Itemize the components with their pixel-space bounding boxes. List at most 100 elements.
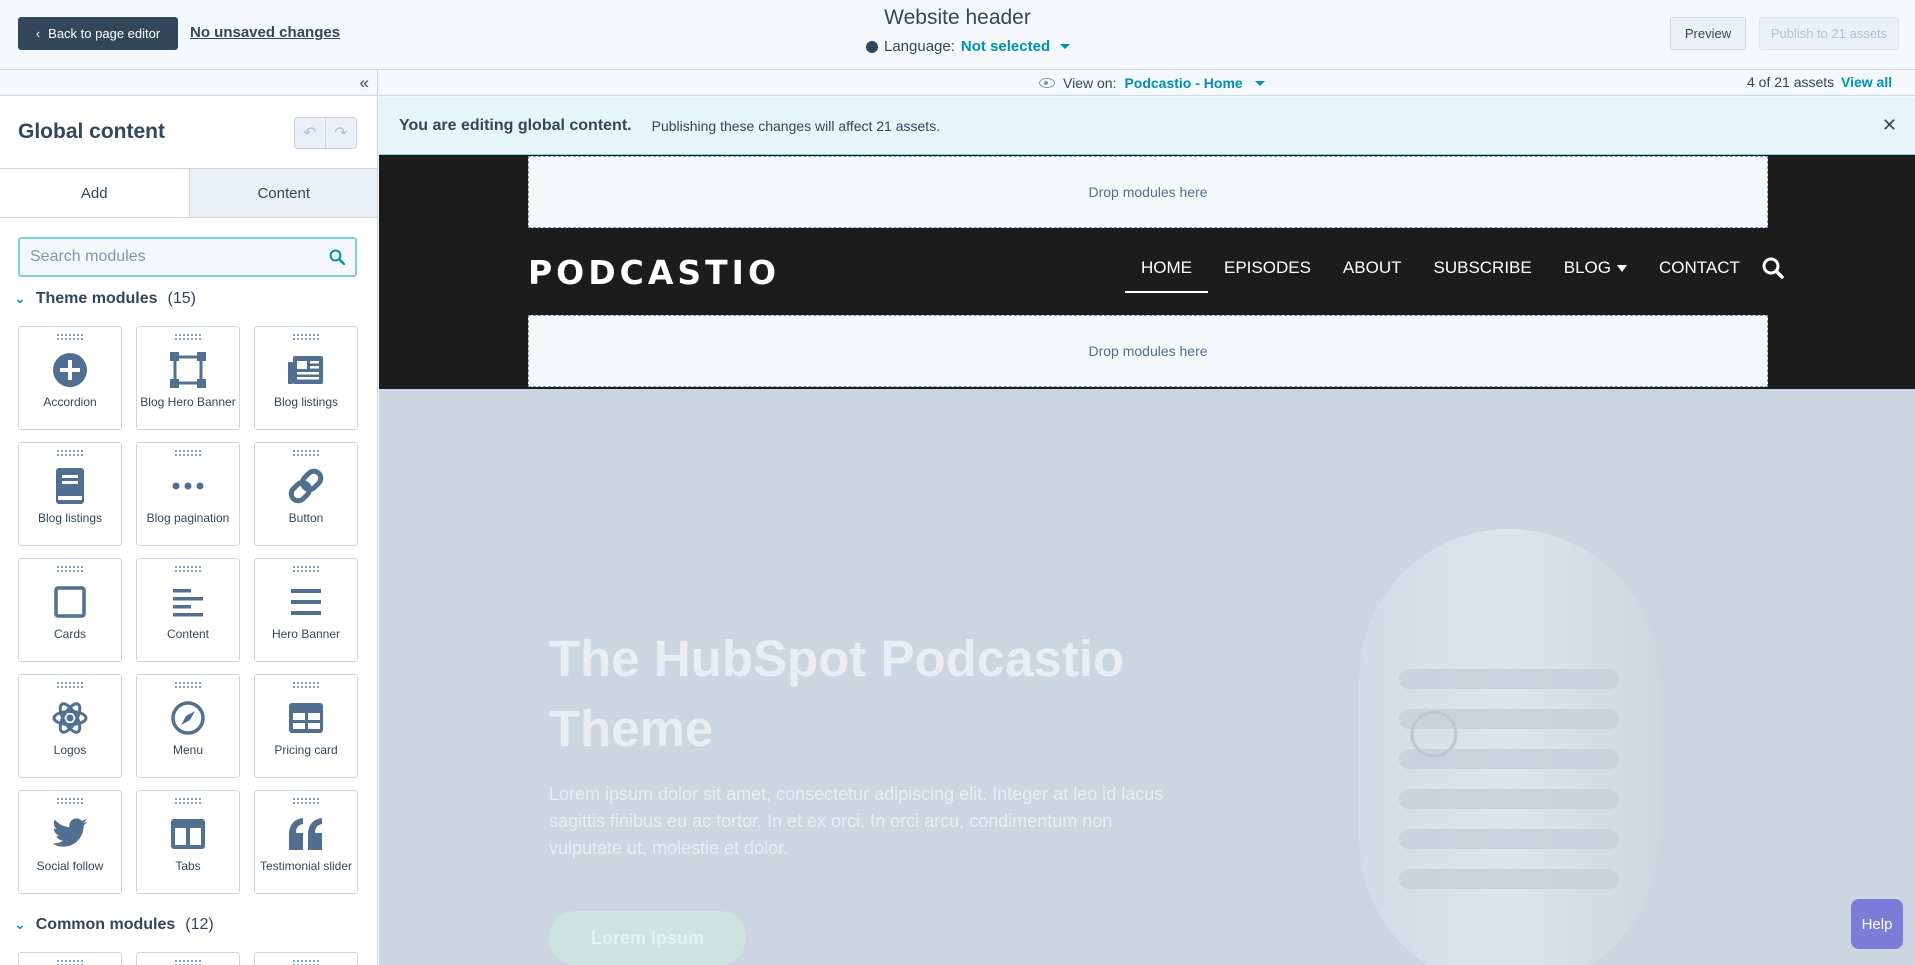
search-box xyxy=(18,237,357,277)
hero-preview: The HubSpot Podcastio Theme Lorem ipsum … xyxy=(379,389,1915,965)
module-card[interactable]: Button xyxy=(254,442,358,546)
module-card[interactable] xyxy=(18,952,122,965)
close-icon[interactable]: ✕ xyxy=(1882,115,1897,136)
module-card[interactable] xyxy=(136,952,240,965)
drag-handle-icon[interactable] xyxy=(174,959,202,965)
module-label: Blog listings xyxy=(273,395,339,409)
nav-blog-label: BLOG xyxy=(1563,258,1611,277)
sidebar: « Global content ↶ ↷ Add Content ⌄ Theme… xyxy=(0,70,378,965)
nav-home[interactable]: HOME xyxy=(1125,243,1208,293)
nav-about[interactable]: ABOUT xyxy=(1327,243,1418,293)
module-card[interactable]: Hero Banner xyxy=(254,558,358,662)
top-bar: ‹ Back to page editor No unsaved changes… xyxy=(0,0,1915,70)
drag-handle-icon[interactable] xyxy=(292,565,320,573)
module-card[interactable]: Cards xyxy=(18,558,122,662)
drag-handle-icon[interactable] xyxy=(56,959,84,965)
view-on-selector[interactable]: View on: Podcastio - Home xyxy=(1039,75,1265,91)
page-title: Website header xyxy=(884,6,1031,29)
module-card[interactable]: Tabs xyxy=(136,790,240,894)
module-label: Pricing card xyxy=(274,743,338,757)
quote-icon xyxy=(287,815,325,853)
theme-modules-header[interactable]: ⌄ Theme modules (15) xyxy=(14,290,196,308)
hamburger-lines-icon xyxy=(287,583,325,621)
caret-down-icon xyxy=(1060,44,1071,49)
tab-content[interactable]: Content xyxy=(188,169,377,217)
module-card[interactable]: Social follow xyxy=(18,790,122,894)
search-icon[interactable] xyxy=(1762,257,1784,279)
chevron-down-icon: ⌄ xyxy=(14,915,26,932)
language-value[interactable]: Not selected xyxy=(961,38,1050,55)
nav-contact[interactable]: CONTACT xyxy=(1643,243,1756,293)
preview-button[interactable]: Preview xyxy=(1670,17,1746,50)
undo-icon[interactable]: ↶ xyxy=(295,118,326,148)
assets-count: 4 of 21 assets xyxy=(1747,74,1835,90)
global-content-banner: You are editing global content. Publishi… xyxy=(379,97,1915,155)
chevron-down-icon: ⌄ xyxy=(14,289,26,306)
module-card[interactable]: Blog listings xyxy=(254,326,358,430)
hero-title: The HubSpot Podcastio Theme xyxy=(549,630,1125,757)
caret-down-icon xyxy=(1254,80,1265,86)
search-input[interactable] xyxy=(30,248,329,266)
module-card[interactable] xyxy=(254,952,358,965)
drag-handle-icon[interactable] xyxy=(292,959,320,965)
module-card[interactable]: Testimonial slider xyxy=(254,790,358,894)
redo-icon[interactable]: ↷ xyxy=(326,118,356,148)
compass-icon xyxy=(169,699,207,737)
view-all-link[interactable]: View all xyxy=(1841,74,1892,90)
drag-handle-icon[interactable] xyxy=(174,565,202,573)
site-logo[interactable]: PODCASTIO xyxy=(528,253,780,292)
common-modules-header[interactable]: ⌄ Common modules (12) xyxy=(14,916,214,934)
hero-button[interactable]: Lorem Ipsum xyxy=(549,911,746,965)
drag-handle-icon[interactable] xyxy=(56,797,84,805)
module-label: Content xyxy=(166,627,210,641)
drag-handle-icon[interactable] xyxy=(56,449,84,457)
tab-add[interactable]: Add xyxy=(0,169,189,217)
drag-handle-icon[interactable] xyxy=(292,797,320,805)
module-label: Logos xyxy=(53,743,87,757)
module-label: Cards xyxy=(53,627,86,641)
square-icon xyxy=(51,583,89,621)
section-count: (12) xyxy=(185,916,214,933)
microphone-image xyxy=(1359,529,1659,965)
drag-handle-icon[interactable] xyxy=(292,333,320,341)
sidebar-tabs: Add Content xyxy=(0,168,377,218)
drag-handle-icon[interactable] xyxy=(174,333,202,341)
drag-handle-icon[interactable] xyxy=(174,681,202,689)
language-selector[interactable]: Language: Not selected xyxy=(866,38,1071,55)
module-label: Blog pagination xyxy=(146,511,230,525)
module-label: Menu xyxy=(172,743,204,757)
drop-zone[interactable]: Drop modules here xyxy=(528,315,1768,387)
module-card[interactable]: Blog pagination xyxy=(136,442,240,546)
book-icon xyxy=(51,467,89,505)
drag-handle-icon[interactable] xyxy=(174,797,202,805)
module-card[interactable]: Pricing card xyxy=(254,674,358,778)
publish-button[interactable]: Publish to 21 assets xyxy=(1759,17,1899,50)
globe-icon xyxy=(866,40,878,53)
module-card[interactable]: Accordion xyxy=(18,326,122,430)
nav-episodes[interactable]: EPISODES xyxy=(1208,243,1327,293)
module-card[interactable]: Menu xyxy=(136,674,240,778)
sidebar-title: Global content xyxy=(18,120,165,143)
drop-zone[interactable]: Drop modules here xyxy=(528,156,1768,228)
double-chevron-left-icon[interactable]: « xyxy=(360,73,369,93)
module-label: Tabs xyxy=(175,859,201,873)
section-name: Theme modules xyxy=(35,290,158,307)
help-button[interactable]: Help xyxy=(1851,899,1903,949)
nav-subscribe[interactable]: SUBSCRIBE xyxy=(1417,243,1547,293)
search-icon[interactable] xyxy=(329,249,345,265)
drag-handle-icon[interactable] xyxy=(56,681,84,689)
drag-handle-icon[interactable] xyxy=(292,449,320,457)
drag-handle-icon[interactable] xyxy=(174,449,202,457)
module-card[interactable]: Logos xyxy=(18,674,122,778)
sidebar-collapse-bar: « xyxy=(0,70,377,96)
view-on-value[interactable]: Podcastio - Home xyxy=(1124,75,1242,91)
module-card[interactable]: Blog listings xyxy=(18,442,122,546)
module-card[interactable]: Blog Hero Banner xyxy=(136,326,240,430)
drag-handle-icon[interactable] xyxy=(292,681,320,689)
module-card[interactable]: Content xyxy=(136,558,240,662)
drag-handle-icon[interactable] xyxy=(56,333,84,341)
drag-handle-icon[interactable] xyxy=(56,565,84,573)
nav-blog[interactable]: BLOG xyxy=(1548,243,1643,293)
crop-frame-icon xyxy=(169,351,207,389)
section-name: Common modules xyxy=(35,916,176,933)
